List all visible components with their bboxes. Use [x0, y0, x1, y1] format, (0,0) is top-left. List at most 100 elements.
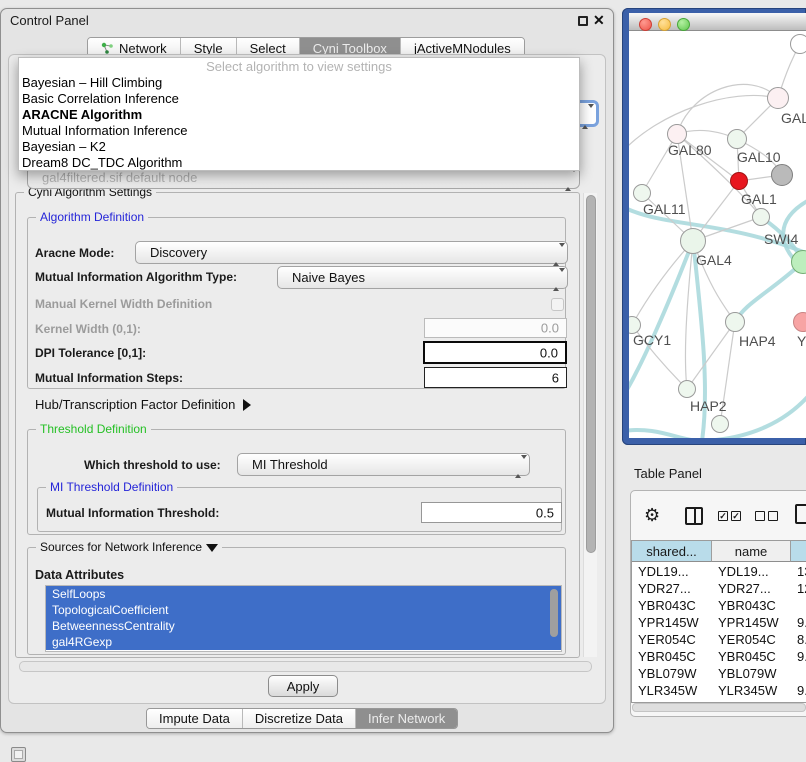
close-traffic-icon[interactable] — [639, 18, 652, 31]
table-cell: YBL079W — [718, 665, 777, 682]
dpi-tolerance-field[interactable]: 0.0 — [423, 341, 567, 364]
tab-impute-data[interactable]: Impute Data — [147, 709, 242, 728]
table-row[interactable]: YBR045CYBR045C9. — [632, 648, 806, 665]
node-table[interactable]: shared...nameYDL19...YDL19...13YDR27...Y… — [631, 540, 806, 703]
column-layout-icon[interactable] — [685, 507, 703, 525]
table-cell: YBR045C — [638, 648, 696, 665]
table-column-header[interactable]: shared... — [632, 541, 712, 562]
gear-icon[interactable]: ⚙ — [644, 505, 660, 526]
close-icon[interactable]: ✕ — [593, 12, 605, 29]
float-window-icon[interactable] — [578, 16, 588, 26]
tab-infer-network[interactable]: Infer Network — [355, 709, 457, 728]
algorithm-option[interactable]: ARACNE Algorithm — [19, 107, 579, 123]
network-edge[interactable] — [629, 430, 702, 438]
table-cell: YBL079W — [638, 665, 697, 682]
mi-steps-field[interactable]: 6 — [424, 367, 567, 388]
network-node-y[interactable] — [793, 312, 806, 332]
table-row[interactable]: YDR27...YDR27...12 — [632, 580, 806, 597]
network-node-gal10[interactable] — [727, 129, 747, 149]
node-label: GAL4 — [696, 252, 732, 268]
mi-steps-label: Mutual Information Steps: — [35, 371, 183, 385]
select-all-check-icon[interactable]: ✓ — [731, 511, 741, 521]
algorithm-definition-title: Algorithm Definition — [36, 210, 148, 224]
tab-discretize-data[interactable]: Discretize Data — [242, 709, 355, 728]
settings-vertical-scrollbar[interactable] — [583, 193, 597, 657]
list-scrollbar[interactable] — [550, 589, 558, 637]
table-cell: YBR045C — [718, 648, 776, 665]
mi-type-label: Mutual Information Algorithm Type: — [35, 270, 237, 284]
which-threshold-combo[interactable]: MI Threshold — [237, 453, 530, 476]
network-node-swi4[interactable] — [752, 208, 770, 226]
table-column-header[interactable]: name — [712, 541, 791, 562]
apply-button[interactable]: Apply — [268, 675, 338, 697]
minimize-traffic-icon[interactable] — [658, 18, 671, 31]
combo-stepper-icon — [565, 172, 572, 184]
table-row[interactable]: YBL079W YBL079W — [632, 665, 806, 682]
algorithm-option[interactable]: Basic Correlation Inference — [19, 91, 579, 107]
node-label: GAL11 — [643, 201, 686, 217]
table-cell: YDL19... — [638, 563, 689, 580]
network-node-hap2[interactable] — [678, 380, 696, 398]
combo-stepper-icon — [553, 272, 560, 284]
table-cell: YDL19... — [718, 563, 769, 580]
select-all-check-icon[interactable]: ✓ — [718, 511, 728, 521]
table-row[interactable]: YPR145WYPR145W9. — [632, 614, 806, 631]
which-threshold-value: MI Threshold — [252, 457, 328, 472]
network-edge[interactable] — [735, 262, 803, 322]
table-cell: 8. — [797, 631, 806, 648]
dock-window-icon[interactable] — [11, 747, 26, 762]
deselect-all-icon[interactable] — [768, 511, 778, 521]
network-edge[interactable] — [687, 322, 735, 389]
network-node[interactable] — [771, 164, 793, 186]
chevron-down-icon — [206, 544, 218, 552]
table-cell: YLR345W — [718, 682, 777, 699]
attribute-list-item[interactable]: TopologicalCoefficient — [46, 602, 561, 618]
table-horizontal-scrollbar[interactable] — [632, 703, 806, 712]
attribute-list-item[interactable]: gal4RGexp — [46, 634, 561, 650]
network-node-gal11[interactable] — [633, 184, 651, 202]
attribute-list-item[interactable]: BetweennessCentrality — [46, 618, 561, 634]
network-edge[interactable] — [685, 241, 693, 389]
attribute-list-item[interactable]: SelfLoops — [46, 586, 561, 602]
zoom-traffic-icon[interactable] — [677, 18, 690, 31]
hub-definition-toggle[interactable]: Hub/Transcription Factor Definition — [35, 397, 251, 412]
export-table-icon[interactable] — [795, 504, 806, 524]
table-row[interactable]: YDL19...YDL19...13 — [632, 563, 806, 580]
algorithm-option[interactable]: Mutual Information Inference — [19, 123, 579, 139]
sources-group-title[interactable]: Sources for Network Inference — [36, 540, 222, 554]
table-row[interactable]: YER054CYER054C8. — [632, 631, 806, 648]
table-cell: YER054C — [718, 631, 776, 648]
data-attributes-list[interactable]: SelfLoopsTopologicalCoefficientBetweenne… — [45, 585, 562, 652]
table-row[interactable]: YBR043CYBR043C — [632, 597, 806, 614]
network-canvas[interactable]: GAL7GAL80GAL10GAL1SWI4GAL11GAL4GCY1HAP4Y… — [629, 31, 806, 438]
scrollbar-thumb[interactable] — [586, 195, 596, 553]
network-node[interactable] — [790, 34, 806, 54]
network-node-gal7[interactable] — [767, 87, 789, 109]
table-column-header[interactable] — [791, 541, 806, 562]
table-panel-title: Table Panel — [634, 466, 702, 481]
deselect-all-icon[interactable] — [755, 511, 765, 521]
algorithm-option[interactable]: Bayesian – Hill Climbing — [19, 75, 579, 91]
algorithm-option[interactable]: Bayesian – K2 — [19, 139, 579, 155]
mi-threshold-field[interactable]: 0.5 — [421, 502, 562, 523]
network-node-gal80[interactable] — [667, 124, 687, 144]
algorithm-option[interactable]: Dream8 DC_TDC Algorithm — [19, 155, 579, 171]
aracne-mode-combo[interactable]: Discovery — [135, 241, 568, 264]
network-node[interactable] — [711, 415, 729, 433]
network-node-gal4[interactable] — [680, 228, 706, 254]
control-panel-title: Control Panel — [10, 13, 89, 28]
cyni-bottom-tabs: Impute Data Discretize Data Infer Networ… — [146, 708, 458, 729]
network-edge[interactable] — [629, 241, 693, 393]
network-edge[interactable] — [677, 84, 778, 134]
network-node-hap4[interactable] — [725, 312, 745, 332]
network-node-gal1[interactable] — [730, 172, 748, 190]
kernel-width-field[interactable]: 0.0 — [424, 318, 567, 338]
chevron-right-icon — [243, 399, 251, 411]
manual-kernel-checkbox[interactable] — [551, 298, 564, 311]
settings-horizontal-scrollbar[interactable] — [19, 661, 592, 672]
table-cell: 9. — [797, 614, 806, 631]
threshold-definition-title: Threshold Definition — [36, 422, 151, 436]
mi-type-combo[interactable]: Naive Bayes — [277, 266, 568, 289]
table-row[interactable]: YLR345WYLR345W9. — [632, 682, 806, 699]
network-window-titlebar[interactable] — [629, 13, 806, 31]
